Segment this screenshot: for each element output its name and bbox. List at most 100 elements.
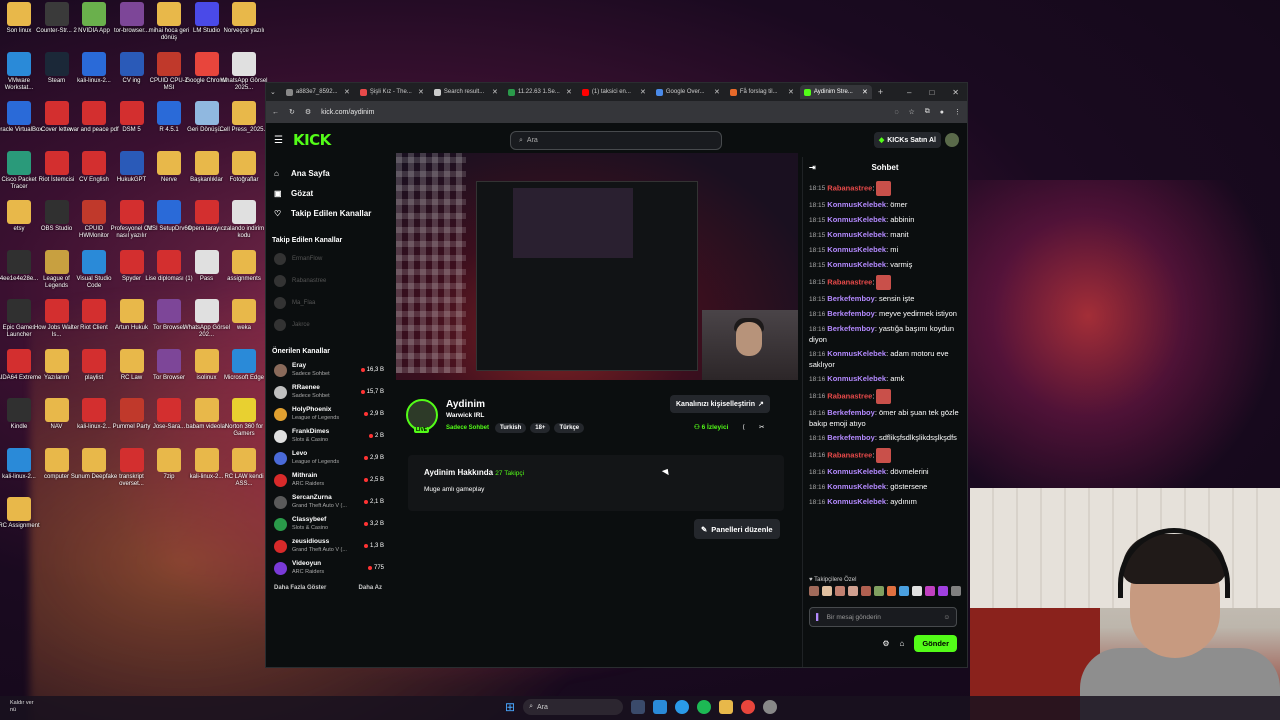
desktop-icon[interactable]: Norveçce yazılı (219, 2, 269, 35)
recommended-channel[interactable]: FrankDimes Slots & Casino 2 B (266, 425, 390, 447)
browser-tab[interactable]: a883e7_8592... ✕ (282, 85, 354, 99)
close-tab-icon[interactable]: ✕ (640, 88, 646, 96)
close-tab-icon[interactable]: ✕ (788, 88, 794, 96)
desktop-icon[interactable]: zalando indirim kodu (219, 200, 269, 240)
show-more-button[interactable]: Daha Fazla Göster (274, 585, 326, 591)
close-window-icon[interactable]: ✕ (952, 88, 959, 97)
emote-icon[interactable] (834, 586, 845, 596)
close-tab-icon[interactable]: ✕ (714, 88, 720, 96)
emote-icon[interactable] (873, 586, 884, 596)
chat-username[interactable]: KonmusKelebek (827, 230, 886, 239)
chat-settings-icon[interactable]: ⚙ (882, 639, 889, 648)
send-button[interactable]: Gönder (914, 635, 957, 652)
nav-home[interactable]: ⌂ Ana Sayfa (266, 163, 390, 183)
nav-following[interactable]: ♡ Takip Edilen Kanallar (266, 203, 390, 223)
desktop-icon[interactable]: WhatsApp Görsel 2025... (219, 51, 269, 92)
browser-tab[interactable]: Şişli Kız - The... ✕ (356, 85, 428, 99)
desktop-icon[interactable]: assignments (219, 249, 269, 283)
edit-panels-button[interactable]: ✎ Panelleri düzenle (694, 519, 780, 539)
emote-icon[interactable] (912, 586, 923, 596)
emote-icon[interactable] (821, 586, 832, 596)
tag-pill[interactable]: 18+ (530, 423, 551, 433)
chat-gift-icon[interactable]: ⌂ (899, 639, 904, 648)
hamburger-menu-icon[interactable]: ☰ (274, 135, 283, 146)
chat-username[interactable]: KonmusKelebek (827, 260, 886, 269)
user-avatar[interactable] (945, 133, 959, 147)
nav-browse[interactable]: ▣ Gözat (266, 183, 390, 203)
emote-icon[interactable] (809, 586, 819, 596)
desktop-icon[interactable]: Norton 360 for Gamers (219, 398, 269, 438)
taskbar-search[interactable]: ⌕ Ara (523, 699, 624, 715)
chat-username[interactable]: Rabanastree (827, 277, 872, 286)
desktop-icon[interactable]: RC LAW kendi ASS... (219, 447, 269, 488)
recommended-channel[interactable]: RRaenee Sadece Sohbet 15,7 B (266, 381, 390, 403)
taskbar-notification[interactable]: Kaldır ver nü (10, 700, 34, 714)
followed-channel[interactable]: ErmanFlow (266, 248, 390, 270)
browser-tab[interactable]: Google Over... ✕ (652, 85, 724, 99)
browser-tab[interactable]: 11.22.63 1.Se... ✕ (504, 85, 576, 99)
site-info-icon[interactable]: ⚙ (305, 108, 311, 116)
search-input[interactable]: ⌕ Ara (510, 131, 722, 150)
emote-icon[interactable] (938, 586, 949, 596)
chat-username[interactable]: Berkefemboy (827, 433, 875, 442)
close-tab-icon[interactable]: ✕ (862, 88, 868, 96)
buy-kicks-button[interactable]: ◆ KICKs Satın Al (873, 132, 941, 148)
folder-app-icon[interactable] (719, 700, 734, 714)
reload-icon[interactable]: ↻ (289, 108, 295, 116)
chat-username[interactable]: Rabanastree (827, 183, 872, 192)
menu-dots-icon[interactable]: ⋮ (954, 108, 961, 116)
emoji-icon[interactable]: ☺ (943, 614, 950, 621)
collapse-chat-icon[interactable]: ⇥ (809, 163, 816, 172)
followed-channel[interactable]: Jakrce (266, 314, 390, 336)
chat-username[interactable]: Rabanastree (827, 391, 872, 400)
show-less-button[interactable]: Daha Az (359, 585, 382, 591)
emote-icon[interactable] (899, 586, 910, 596)
tag-pill[interactable]: Türkçe (554, 423, 585, 433)
new-tab-button[interactable]: + (878, 87, 883, 97)
followed-channel[interactable]: Rabanastree (266, 270, 390, 292)
chat-username[interactable]: KonmusKelebek (827, 245, 886, 254)
close-tab-icon[interactable]: ✕ (566, 88, 572, 96)
recommended-channel[interactable]: Eray Sadece Sohbet 16,3 B (266, 359, 390, 381)
stream-category[interactable]: Sadece Sohbet (446, 425, 489, 431)
recommended-channel[interactable]: HolyPhoenix League of Legends 2,9 B (266, 403, 390, 425)
recommended-channel[interactable]: Videoyun ARC Raiders 775 (266, 557, 390, 579)
browser-tab[interactable]: Aydinim Stre... ✕ (799, 85, 872, 99)
share-icon[interactable]: ⟨ (742, 423, 745, 431)
settings-app-icon[interactable] (763, 700, 778, 714)
recommended-channel[interactable]: Levo League of Legends 2,9 B (266, 447, 390, 469)
chat-username[interactable]: Berkefemboy (827, 324, 875, 333)
bookmark-star-icon[interactable]: ☆ (908, 108, 914, 116)
chat-username[interactable]: KonmusKelebek (827, 497, 886, 506)
recommended-channel[interactable]: SercanZurna Grand Theft Auto V (... 2,1 B (266, 491, 390, 513)
chat-username[interactable]: KonmusKelebek (827, 215, 886, 224)
channel-name[interactable]: Aydinim (446, 399, 485, 410)
chat-username[interactable]: KonmusKelebek (827, 467, 886, 476)
chat-username[interactable]: KonmusKelebek (827, 200, 886, 209)
chat-username[interactable]: Rabanastree (827, 450, 872, 459)
browser-tab[interactable]: Search result... ✕ (430, 85, 502, 99)
tag-pill[interactable]: Turkish (495, 423, 527, 433)
chat-username[interactable]: Berkefemboy (827, 408, 875, 417)
spotify-app-icon[interactable] (697, 700, 712, 714)
desktop-icon[interactable]: Microsoft Edge (219, 348, 269, 382)
chat-username[interactable]: KonmusKelebek (827, 349, 886, 358)
recommended-channel[interactable]: Classybeef Slots & Casino 3,2 B (266, 513, 390, 535)
task-view-icon[interactable] (631, 700, 646, 714)
close-tab-icon[interactable]: ✕ (492, 88, 498, 96)
chat-username[interactable]: Berkefemboy (827, 309, 875, 318)
video-player[interactable] (396, 153, 798, 380)
emote-icon[interactable] (886, 586, 897, 596)
windows-start-icon[interactable]: ⊞ (505, 700, 515, 714)
recommended-channel[interactable]: zeusidiouss Grand Theft Auto V (... 1,3 B (266, 535, 390, 557)
chrome-app-icon[interactable] (741, 700, 756, 714)
emote-icon[interactable] (847, 586, 858, 596)
close-tab-icon[interactable]: ✕ (344, 88, 350, 96)
chat-username[interactable]: Berkefemboy (827, 294, 875, 303)
chat-input[interactable]: ▌ Bir mesaj gönderin ☺ (809, 607, 957, 627)
browser-tab[interactable]: (1) taksici en... ✕ (578, 85, 650, 99)
tab-list-icon[interactable]: ⌄ (270, 88, 276, 96)
profile-icon[interactable]: ● (940, 109, 944, 116)
chat-username[interactable]: KonmusKelebek (827, 482, 886, 491)
recommended-channel[interactable]: Mithrain ARC Raiders 2,5 B (266, 469, 390, 491)
